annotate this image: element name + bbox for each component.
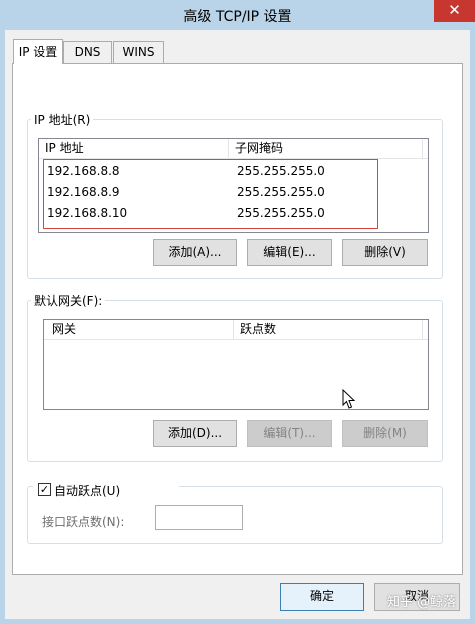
- ip-address-list[interactable]: IP 地址 子网掩码 192.168.8.8 255.255.255.0 192…: [38, 138, 429, 233]
- tab-label: WINS: [122, 45, 155, 59]
- ip-address-group-label: IP 地址(R): [31, 111, 94, 128]
- tab-panel: IP 地址(R) IP 地址 子网掩码 192.168.8.8 255.255.…: [12, 63, 463, 575]
- close-icon: ✕: [448, 1, 461, 19]
- mask-cell: 255.255.255.0: [237, 185, 325, 199]
- column-header-ip[interactable]: IP 地址: [39, 139, 84, 159]
- table-row[interactable]: 192.168.8.10 255.255.255.0: [39, 203, 428, 224]
- auto-metric-label: 自动跃点(U): [54, 484, 121, 498]
- dialog-body: IP 设置 DNS WINS IP 地址(R) IP 地址 子网掩码 192.1…: [5, 30, 470, 619]
- checkmark-icon: ✓: [39, 483, 50, 496]
- ip-cell: 192.168.8.10: [47, 206, 128, 220]
- column-header-mask[interactable]: 子网掩码: [229, 139, 283, 159]
- ip-cell: 192.168.8.8: [47, 164, 120, 178]
- gateway-add-button[interactable]: 添加(D)...: [153, 420, 237, 447]
- interface-metric-label: 接口跃点数(N):: [42, 515, 125, 529]
- mouse-pointer-icon: [342, 389, 356, 409]
- tab-dns[interactable]: DNS: [63, 41, 112, 63]
- column-separator: [422, 139, 423, 159]
- ip-delete-button[interactable]: 删除(V): [342, 239, 428, 266]
- mask-cell: 255.255.255.0: [237, 164, 325, 178]
- gateway-group-label: 默认网关(F):: [31, 292, 106, 309]
- ip-list-header: IP 地址 子网掩码: [39, 139, 428, 159]
- gateway-list[interactable]: 网关 跃点数: [43, 319, 429, 410]
- tab-wins[interactable]: WINS: [113, 41, 164, 63]
- table-row[interactable]: 192.168.8.9 255.255.255.0: [39, 182, 428, 203]
- interface-metric-input[interactable]: [155, 505, 243, 530]
- column-header-metric[interactable]: 跃点数: [234, 320, 276, 340]
- ip-cell: 192.168.8.9: [47, 185, 120, 199]
- ok-button[interactable]: 确定: [280, 583, 364, 611]
- window-title: 高级 TCP/IP 设置: [183, 9, 292, 25]
- tab-label: DNS: [74, 45, 101, 59]
- mask-cell: 255.255.255.0: [237, 206, 325, 220]
- gateway-edit-button[interactable]: 编辑(T)...: [247, 420, 332, 447]
- watermark-text: 知乎 @鲸落: [387, 595, 457, 610]
- auto-metric-checkbox[interactable]: ✓: [38, 483, 51, 496]
- table-row[interactable]: 192.168.8.8 255.255.255.0: [39, 161, 428, 182]
- ip-edit-button[interactable]: 编辑(E)...: [247, 239, 332, 266]
- gateway-delete-button[interactable]: 删除(M): [342, 420, 428, 447]
- column-separator: [422, 320, 423, 340]
- title-bar: 高级 TCP/IP 设置 ✕: [0, 0, 475, 30]
- ip-add-button[interactable]: 添加(A)...: [153, 239, 237, 266]
- tab-label: IP 设置: [18, 45, 58, 59]
- column-header-gateway[interactable]: 网关: [46, 320, 76, 340]
- tab-ip-settings[interactable]: IP 设置: [13, 39, 63, 64]
- gateway-list-header: 网关 跃点数: [44, 320, 428, 340]
- close-button[interactable]: ✕: [434, 0, 475, 22]
